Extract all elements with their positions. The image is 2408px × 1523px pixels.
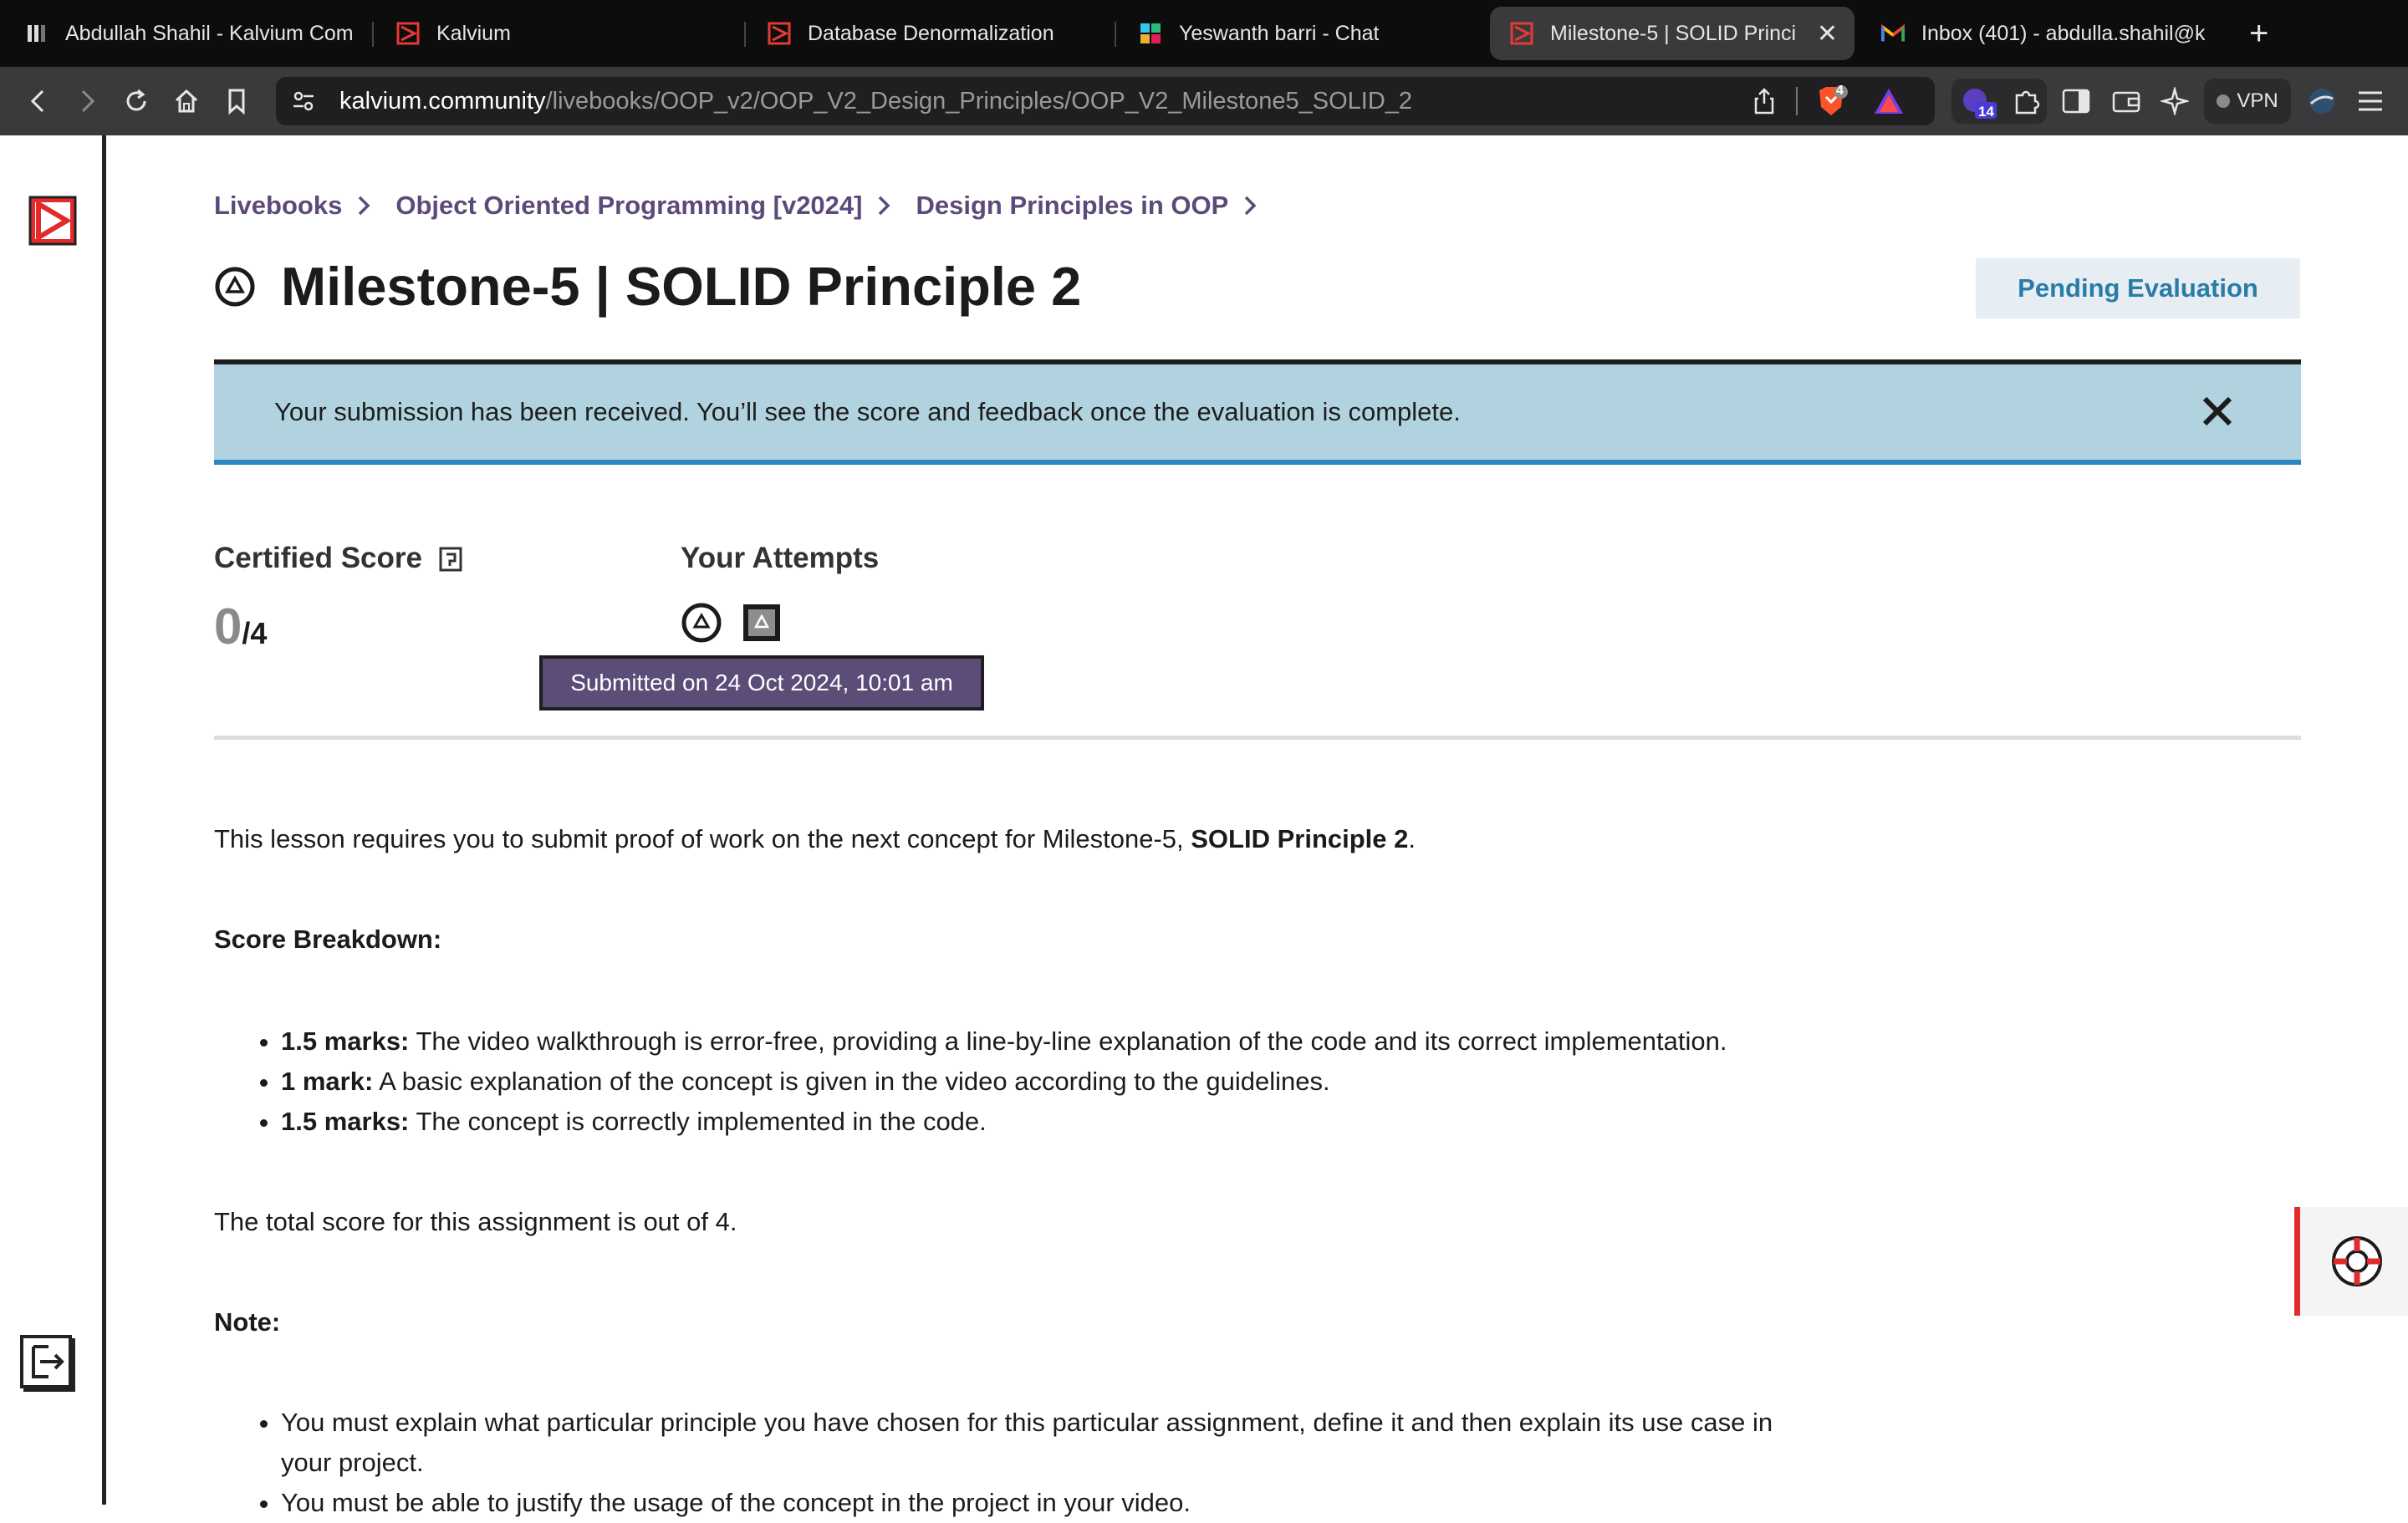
share-icon[interactable] <box>1752 87 1776 120</box>
logout-icon[interactable] <box>20 1335 79 1395</box>
chat-app-icon <box>1139 22 1162 45</box>
section-divider <box>214 736 2301 740</box>
tab-milestone-active[interactable]: Milestone-5 | SOLID Princi ✕ <box>1490 7 1854 60</box>
brave-rewards-icon[interactable] <box>1873 87 1905 120</box>
attempt-pending-icon[interactable] <box>681 602 722 644</box>
bookmark-icon[interactable] <box>219 84 254 119</box>
note-heading: Note: <box>214 1307 281 1337</box>
breadcrumb-livebooks[interactable]: Livebooks <box>214 191 342 221</box>
certified-score-heading: Certified Score <box>214 542 462 575</box>
attempts-heading: Your Attempts <box>681 542 880 574</box>
certificate-info-icon[interactable] <box>439 546 462 572</box>
url-text: kalvium.community/livebooks/OOP_v2/OOP_V… <box>339 87 1413 115</box>
lesson-intro: This lesson requires you to submit proof… <box>214 824 1416 853</box>
leo-ai-icon[interactable] <box>2157 84 2192 119</box>
sidebar-toggle-icon[interactable] <box>2059 84 2094 119</box>
breadcrumb: Livebooks Object Oriented Programming [v… <box>214 191 1282 221</box>
chevron-right-icon <box>877 195 890 216</box>
list-item: You must explain what particular princip… <box>281 1403 1773 1483</box>
help-lifebuoy-button[interactable] <box>2294 1207 2408 1316</box>
page-title: Milestone-5 | SOLID Principle 2 <box>281 256 1082 317</box>
breadcrumb-module[interactable]: Design Principles in OOP <box>916 191 1228 221</box>
list-item: 1.5 marks: The video walkthrough is erro… <box>281 1021 1727 1062</box>
banner-message: Your submission has been received. You’l… <box>274 397 1461 426</box>
tab-separator <box>372 22 374 47</box>
total-score-text: The total score for this assignment is o… <box>214 1207 737 1236</box>
menu-icon[interactable] <box>2353 84 2388 119</box>
reload-button[interactable] <box>119 84 154 119</box>
chevron-right-icon <box>1243 195 1257 216</box>
puzzle-icon[interactable] <box>2012 87 2040 120</box>
tab-chat[interactable]: Yeswanth barri - Chat <box>1139 0 1473 67</box>
attempt-tooltip: Submitted on 24 Oct 2024, 10:01 am <box>539 655 984 711</box>
kalvium-logo-icon <box>768 22 791 45</box>
pending-triangle-icon <box>214 266 256 308</box>
profile-avatar[interactable] <box>2304 84 2339 119</box>
extensions-group: 14 <box>1951 79 2047 124</box>
wallet-icon[interactable] <box>2109 84 2144 119</box>
address-bar[interactable]: kalvium.community/livebooks/OOP_v2/OOP_V… <box>276 77 1935 125</box>
list-item: You must be able to justify the usage of… <box>281 1483 1773 1523</box>
browser-toolbar: kalvium.community/livebooks/OOP_v2/OOP_V… <box>0 67 2408 135</box>
tab-kalvium[interactable]: Kalvium <box>396 0 731 67</box>
home-button[interactable] <box>169 84 204 119</box>
tab-gmail-inbox[interactable]: Inbox (401) - abdulla.shahil@k <box>1881 0 2216 67</box>
score-breakdown-heading: Score Breakdown: <box>214 924 442 954</box>
certified-score-value: 0/4 <box>214 599 268 655</box>
browser-tab-bar: Abdullah Shahil - Kalvium Com Kalvium Da… <box>0 0 2408 67</box>
vpn-button[interactable]: VPN <box>2204 79 2291 124</box>
lifebuoy-icon <box>2332 1236 2382 1286</box>
site-settings-icon[interactable] <box>291 89 316 118</box>
tab-separator <box>1115 22 1116 47</box>
url-divider <box>1796 87 1798 115</box>
close-tab-icon[interactable]: ✕ <box>1817 19 1838 48</box>
vpn-status-icon <box>2217 94 2231 108</box>
notes-list: You must explain what particular princip… <box>214 1403 1773 1523</box>
kalvium-community-icon <box>25 22 48 45</box>
list-item: 1.5 marks: The concept is correctly impl… <box>281 1102 1727 1142</box>
forward-button[interactable] <box>70 84 105 119</box>
score-breakdown-list: 1.5 marks: The video walkthrough is erro… <box>214 1021 1727 1142</box>
tab-kalvium-community[interactable]: Abdullah Shahil - Kalvium Com <box>25 0 360 67</box>
app-sidebar <box>0 135 106 1505</box>
tab-separator <box>744 22 746 47</box>
new-tab-button[interactable]: + <box>2249 13 2268 53</box>
kalvium-logo-icon <box>1510 22 1533 45</box>
chevron-right-icon <box>357 195 370 216</box>
extension-icon[interactable]: 14 <box>1960 84 1997 125</box>
back-button[interactable] <box>20 84 55 119</box>
close-icon[interactable] <box>2201 395 2234 428</box>
gmail-icon <box>1881 22 1905 45</box>
status-badge: Pending Evaluation <box>1976 258 2300 318</box>
brave-shields-icon[interactable]: 4 <box>1814 84 1848 123</box>
attempt-submitted-icon[interactable] <box>741 602 783 644</box>
kalvium-logo-icon <box>396 22 420 45</box>
title-row: Milestone-5 | SOLID Principle 2 <box>214 255 1081 318</box>
list-item: 1 mark: A basic explanation of the conce… <box>281 1062 1727 1102</box>
breadcrumb-course[interactable]: Object Oriented Programming [v2024] <box>395 191 862 221</box>
kalvium-logo-icon[interactable] <box>27 194 79 247</box>
submission-banner: Your submission has been received. You’l… <box>214 359 2301 465</box>
tab-database-denormalization[interactable]: Database Denormalization <box>768 0 1102 67</box>
